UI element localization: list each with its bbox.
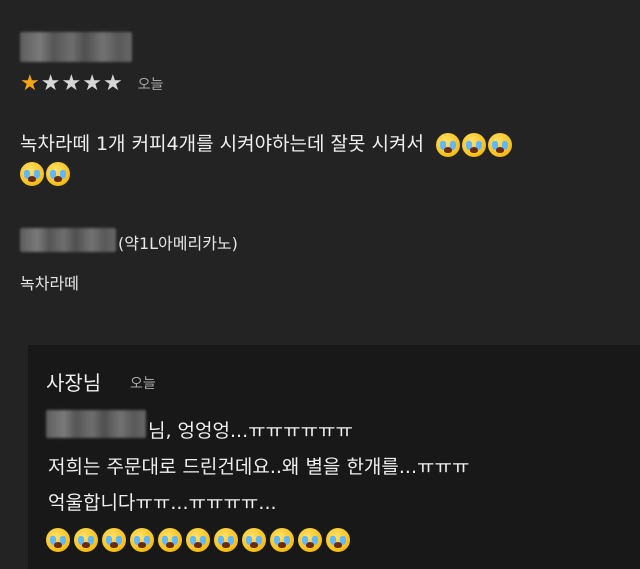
- loudly-crying-face-icon: [214, 528, 238, 552]
- star-icon: ★: [20, 71, 40, 96]
- reply-line-1: 님, 엉엉엉...ㅠㅠㅠㅠㅠㅠ: [148, 420, 353, 442]
- reply-line-3: 억울합니다ㅠㅠ...ㅠㅠㅠㅠ...: [48, 492, 277, 514]
- loudly-crying-face-icon: [158, 528, 182, 552]
- star-icon: ★: [61, 71, 82, 96]
- loudly-crying-face-icon: [46, 162, 70, 186]
- inline-emoji-group: [436, 132, 513, 157]
- star-rating: ★ ★ ★ ★ ★ 오늘: [20, 72, 163, 96]
- reply-line-2: 저희는 주문대로 드린건데요..왜 별을 한개를...ㅠㅠㅠ: [48, 456, 470, 478]
- loudly-crying-face-icon: [186, 528, 210, 552]
- loudly-crying-face-icon: [102, 528, 126, 552]
- star-icon: ★: [102, 71, 123, 96]
- loudly-crying-face-icon: [326, 528, 350, 552]
- loudly-crying-face-icon: [242, 528, 266, 552]
- owner-name: 사장님: [46, 371, 102, 395]
- review-text-block: 녹차라떼 1개 커피4개를 시켜야하는데 잘못 시켜서: [20, 128, 513, 186]
- owner-reply-date: 오늘: [130, 376, 156, 392]
- review-date: 오늘: [137, 77, 164, 93]
- loudly-crying-face-icon: [462, 132, 487, 157]
- loudly-crying-face-icon: [74, 528, 98, 552]
- loudly-crying-face-icon: [20, 162, 44, 186]
- loudly-crying-face-icon: [130, 528, 154, 552]
- menu-blurred: [20, 228, 116, 252]
- review-text: 녹차라떼 1개 커피4개를 시켜야하는데 잘못 시켜서: [20, 133, 424, 155]
- loudly-crying-face-icon: [270, 528, 294, 552]
- reviewer-name-blurred: [20, 32, 132, 62]
- star-icon: ★: [82, 71, 102, 96]
- loudly-crying-face-icon: [436, 132, 461, 157]
- reply-emoji-row: [46, 528, 350, 552]
- star-icon: ★: [40, 71, 61, 96]
- menu-note: (약1L아메리카노): [118, 234, 238, 253]
- emoji-row: [20, 162, 512, 186]
- loudly-crying-face-icon: [46, 528, 70, 552]
- customer-name-blurred: [46, 410, 146, 438]
- loudly-crying-face-icon: [298, 528, 322, 552]
- loudly-crying-face-icon: [488, 132, 513, 157]
- menu-item: 녹차라떼: [20, 274, 79, 293]
